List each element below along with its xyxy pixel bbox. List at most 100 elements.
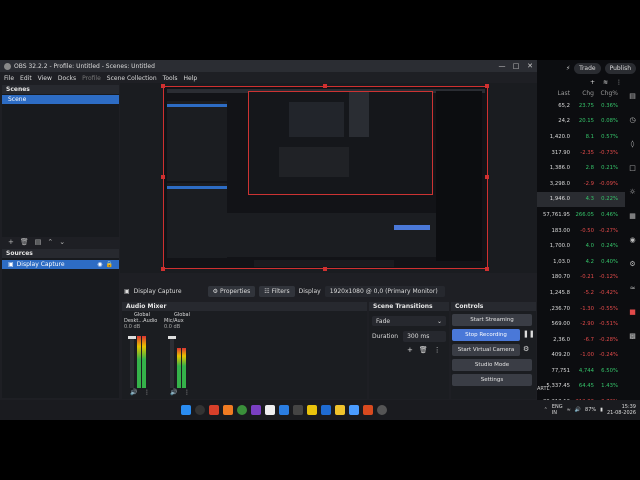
visual-studio-icon[interactable] (251, 405, 261, 415)
chevron-up-icon[interactable]: ⌃ (544, 407, 548, 413)
stock-row[interactable]: 3,298.0 -2.9 -0.09% (537, 176, 625, 192)
volume-icon[interactable]: 🔊 (575, 407, 581, 413)
move-down-icon[interactable]: ⌄ (59, 238, 65, 246)
stock-row[interactable]: 1,386.0 2.8 0.21% (537, 160, 625, 176)
speaker-icon[interactable]: 🔊 (170, 389, 177, 396)
brave-icon[interactable] (223, 405, 233, 415)
volume-slider[interactable] (128, 336, 136, 388)
menu-docks[interactable]: Docks (58, 75, 76, 82)
terminal-icon[interactable] (293, 405, 303, 415)
pause-icon[interactable]: ❚❚ (523, 330, 535, 338)
bulb-icon[interactable]: ☼ (629, 188, 635, 196)
move-up-icon[interactable]: ⌃ (47, 238, 53, 246)
menu-tools[interactable]: Tools (163, 75, 178, 82)
duration-input[interactable]: 300 ms (403, 330, 446, 342)
menu-edit[interactable]: Edit (20, 75, 32, 82)
settings-icon[interactable]: ⚙ (629, 260, 635, 268)
chat-icon[interactable]: □ (629, 164, 636, 172)
volume-slider[interactable] (168, 336, 176, 388)
stock-row[interactable]: 2,36.0 -6.7 -0.28% (537, 332, 625, 348)
stock-row[interactable]: 57,761.95 266.05 0.46% (537, 207, 625, 223)
stock-row[interactable]: 1,420.0 8.1 0.57% (537, 129, 625, 145)
stock-row[interactable]: ,236.70 -1.30 -0.55% (537, 301, 625, 317)
vscode-icon[interactable] (279, 405, 289, 415)
display-capture-preview[interactable] (163, 86, 488, 269)
calendar-icon[interactable]: ▦ (629, 212, 636, 220)
trade-button[interactable]: Trade (574, 62, 601, 74)
remove-transition-icon[interactable]: 🗑 (419, 346, 428, 354)
scene-item[interactable]: Scene (2, 95, 119, 104)
stock-row[interactable]: 1,700.0 4.0 0.24% (537, 238, 625, 254)
stock-row[interactable]: 5,337.45 64.45 1.43% (537, 379, 625, 395)
stock-row[interactable]: 24,2 20.15 0.08% (537, 114, 625, 130)
app-icon[interactable] (349, 405, 359, 415)
properties-button[interactable]: ⚙ Properties (207, 285, 256, 297)
tradingview-icon[interactable] (265, 405, 275, 415)
add-icon[interactable]: + (590, 79, 595, 86)
stock-row[interactable]: 1,03.0 4.2 0.40% (537, 254, 625, 270)
source-item[interactable]: ▣ Display Capture ◉ 🔒 (2, 260, 119, 269)
stock-row[interactable]: 1,946.0 4.3 0.22% (537, 191, 625, 208)
stock-row[interactable]: 317.90 -2.35 -0.73% (537, 145, 625, 161)
app-icon[interactable] (363, 405, 373, 415)
app-icon[interactable] (209, 405, 219, 415)
stop-recording-button[interactable]: Stop Recording (452, 329, 520, 341)
menu-view[interactable]: View (38, 75, 52, 82)
stock-row[interactable]: 180.70 -0.21 -0.12% (537, 270, 625, 286)
channel-menu-icon[interactable]: ⋮ (184, 389, 190, 396)
start-streaming-button[interactable]: Start Streaming (452, 314, 532, 326)
speaker-icon[interactable]: 🔊 (130, 389, 137, 396)
stock-row[interactable]: 569.00 -2.90 -0.51% (537, 316, 625, 332)
clock-icon[interactable]: ◷ (629, 116, 635, 124)
menu-help[interactable]: Help (183, 75, 197, 82)
chart-icon[interactable]: ≋ (603, 79, 608, 86)
add-transition-icon[interactable]: + (407, 346, 413, 354)
display-select[interactable]: 1920x1080 @ 0,0 (Primary Monitor) (324, 285, 445, 297)
menu-file[interactable]: File (4, 75, 14, 82)
app-icon[interactable] (321, 405, 331, 415)
filters-button[interactable]: ☷ Filters (259, 285, 295, 297)
stock-row[interactable]: 77,751 4,744 6.50% (537, 363, 625, 379)
search-icon[interactable] (195, 405, 205, 415)
add-scene-icon[interactable]: + (8, 238, 14, 246)
gear-icon[interactable]: ⚙ (523, 345, 529, 353)
start-virtual-camera-button[interactable]: Start Virtual Camera (452, 344, 520, 356)
transition-select[interactable]: Fade ⌄ (372, 316, 446, 326)
transition-menu-icon[interactable]: ⋮ (434, 346, 441, 354)
chrome-icon[interactable] (237, 405, 247, 415)
watchlist-icon[interactable]: ▤ (629, 92, 636, 100)
battery-level[interactable]: 87% (585, 407, 596, 413)
file-explorer-icon[interactable] (335, 405, 345, 415)
menu-icon[interactable]: ⋮ (616, 79, 622, 86)
menu-scene-collection[interactable]: Scene Collection (107, 75, 157, 82)
notification-icon[interactable]: ■ (629, 308, 636, 316)
menu-profile[interactable]: Profile (82, 75, 101, 82)
language-indicator[interactable]: ENG IN (552, 404, 563, 416)
layers-icon[interactable]: ◊ (631, 140, 634, 148)
lightning-icon[interactable]: ⚡ (566, 65, 570, 72)
stock-row[interactable]: 409.20 -1.00 -0.24% (537, 348, 625, 364)
remove-scene-icon[interactable]: 🗑 (20, 238, 29, 246)
grid-icon[interactable]: ▩ (629, 332, 636, 340)
alert-icon[interactable]: ◉ (629, 236, 635, 244)
minimize-icon[interactable]: — (495, 60, 509, 72)
close-icon[interactable]: ✕ (523, 60, 537, 72)
eye-icon[interactable]: ◉ (97, 261, 102, 268)
maximize-icon[interactable]: □ (509, 60, 523, 72)
sticky-notes-icon[interactable] (307, 405, 317, 415)
stock-row[interactable]: 183.00 -0.50 -0.27% (537, 223, 625, 239)
broadcast-icon[interactable]: ≈ (630, 284, 636, 292)
scene-filter-icon[interactable]: ▤ (35, 238, 42, 246)
lock-icon[interactable]: 🔒 (106, 261, 113, 268)
publish-button[interactable]: Publish (604, 62, 636, 74)
clock[interactable]: 15:39 21-08-2026 (607, 404, 636, 416)
stock-row[interactable]: 1,245.8 -5.2 -0.42% (537, 285, 625, 301)
stock-row[interactable]: 65,2 23.75 0.36% (537, 98, 625, 114)
windows-start-icon[interactable] (181, 405, 191, 415)
wifi-icon[interactable]: ≈ (567, 407, 571, 413)
obs-taskbar-icon[interactable] (377, 405, 387, 415)
battery-icon[interactable]: ▮ (600, 407, 603, 413)
settings-button[interactable]: Settings (452, 374, 532, 386)
channel-menu-icon[interactable]: ⋮ (144, 389, 150, 396)
studio-mode-button[interactable]: Studio Mode (452, 359, 532, 371)
